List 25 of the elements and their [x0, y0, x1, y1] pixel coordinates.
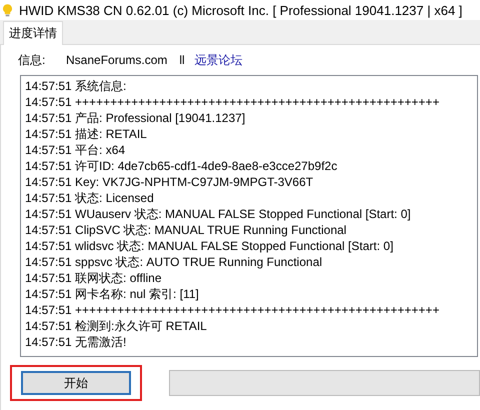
log-line: 14:57:51 检测到:永久许可 RETAIL: [25, 318, 208, 334]
log-line: 14:57:51 平台: x64: [25, 142, 126, 158]
log-line: 14:57:51 ++++++++++++++++++++++++++++++++++++++++++++++++++++: [25, 302, 440, 318]
log-line: 14:57:51 Key: VK7JG-NPHTM-C97JM-9MPGT-3V66T: [25, 174, 314, 190]
start-button[interactable]: 开始: [21, 371, 131, 395]
log-line: 14:57:51 sppsvc 状态: AUTO TRUE Running Functional: [25, 254, 324, 270]
lightbulb-icon: [3, 4, 12, 16]
log-line: 14:57:51 许可ID: 4de7cb65-cdf1-4de9-8ae8-e3cce27b9f2c: [25, 158, 338, 174]
site-name: NsaneForums.com: [66, 53, 168, 67]
log-line: 14:57:51 产品: Professional [19041.1237]: [25, 110, 246, 126]
info-label: 信息:: [18, 52, 46, 68]
log-line: 14:57:51 状态: Licensed: [25, 190, 155, 206]
forum-link[interactable]: 远景论坛: [194, 52, 243, 68]
log-line: 14:57:51 系统信息:: [25, 78, 128, 94]
tab[interactable]: 进度详情: [3, 21, 63, 45]
log-line: 14:57:51 联网状态: offline: [25, 270, 163, 286]
log-line: 14:57:51 ++++++++++++++++++++++++++++++++++++++++++++++++++++: [25, 94, 440, 110]
log-line: 14:57:51 WUauserv 状态: MANUAL FALSE Stopped Functional [Start: 0]: [25, 206, 412, 222]
log-line: 14:57:51 网卡名称: nul 索引: [11]: [25, 286, 200, 302]
log-line: 14:57:51 wlidsvc 状态: MANUAL FALSE Stopped Functional [Start: 0]: [25, 238, 394, 254]
window-title: HWID KMS38 CN 0.62.01 (c) Microsoft Inc. [ Professional 19041.1237 | x64 ]: [19, 2, 462, 18]
log-line: 14:57:51 描述: RETAIL: [25, 126, 148, 142]
log-line: 14:57:51 ClipSVC 状态: MANUAL TRUE Running Functional: [25, 222, 348, 238]
log-line: 14:57:51 无需激活!: [25, 334, 128, 350]
separator-text: ll: [179, 53, 185, 67]
